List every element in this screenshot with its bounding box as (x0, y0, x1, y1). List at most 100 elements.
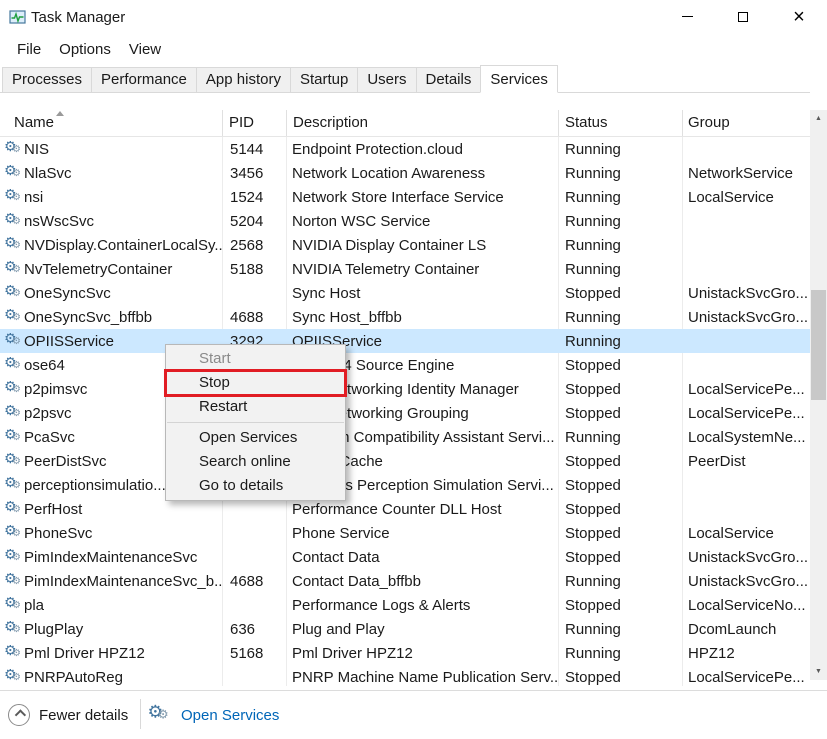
table-row[interactable]: PNRPAutoReg PNRP Machine Name Publicatio… (0, 665, 810, 688)
column-header-group[interactable]: Group (682, 110, 810, 136)
service-name-cell: PimIndexMaintenanceSvc_b... (0, 573, 222, 590)
service-group-cell: LocalSystemNe... (688, 428, 806, 446)
scrollbar-thumb[interactable] (811, 290, 826, 400)
table-row[interactable]: perceptionsimulatio... Windows Perceptio… (0, 473, 810, 497)
tab[interactable]: Users (357, 67, 417, 92)
service-group-cell: LocalService (688, 188, 774, 206)
context-menu-item[interactable]: Open Services (166, 426, 345, 450)
context-menu-item[interactable]: Go to details (166, 474, 345, 498)
service-pid-cell: 5188 (230, 260, 264, 278)
menu-bar-item[interactable]: Options (50, 36, 120, 63)
service-pid-cell: 5144 (230, 140, 264, 158)
column-header-name[interactable]: Name (0, 110, 222, 136)
table-row[interactable]: PimIndexMaintenanceSvc Contact Data Stop… (0, 545, 810, 569)
service-name-cell: PimIndexMaintenanceSvc (0, 549, 222, 566)
table-row[interactable]: NvTelemetryContainer 5188 NVIDIA Telemet… (0, 257, 810, 281)
tab[interactable]: Startup (289, 67, 359, 92)
column-header-pid[interactable]: PID (222, 110, 286, 136)
table-row[interactable]: PcaSvc Program Compatibility Assistant S… (0, 425, 810, 449)
service-status-cell: Running (565, 140, 621, 158)
service-group-cell: NetworkService (688, 164, 794, 182)
table-row[interactable]: OneSyncSvc Sync Host Stopped UnistackSvc… (0, 281, 810, 305)
menu-bar-item[interactable]: File (8, 36, 50, 63)
menu-bar: File Options View (0, 36, 827, 63)
service-group-cell: LocalServiceNo... (688, 596, 806, 614)
tab[interactable]: Details (415, 67, 482, 92)
minimize-button[interactable] (659, 0, 715, 33)
tab[interactable]: Processes (2, 67, 93, 92)
service-gear-icon (4, 477, 24, 494)
service-status-cell: Running (565, 332, 621, 350)
table-row[interactable]: nsi 1524 Network Store Interface Service… (0, 185, 810, 209)
tab[interactable]: Services (480, 65, 558, 93)
table-row[interactable]: nsWscSvc 5204 Norton WSC Service Running (0, 209, 810, 233)
service-gear-icon (4, 213, 24, 230)
service-name-cell: OneSyncSvc (0, 285, 222, 302)
column-header-status[interactable]: Status (558, 110, 682, 136)
service-group-cell: UnistackSvcGro... (688, 548, 809, 566)
service-gear-icon (4, 381, 24, 398)
vertical-scrollbar[interactable]: ▲ ▼ (810, 110, 827, 680)
service-name-cell: OneSyncSvc_bffbb (0, 309, 222, 326)
table-row[interactable]: NlaSvc 3456 Network Location Awareness R… (0, 161, 810, 185)
context-menu-item[interactable]: Start (166, 347, 345, 371)
close-button[interactable]: × (771, 0, 827, 33)
table-row[interactable]: NVDisplay.ContainerLocalSy... 2568 NVIDI… (0, 233, 810, 257)
service-description-cell: PNRP Machine Name Publication Serv... (292, 668, 558, 686)
service-group-cell: LocalServicePe... (688, 380, 805, 398)
table-row[interactable]: Pml Driver HPZ12 5168 Pml Driver HPZ12 R… (0, 641, 810, 665)
table-row[interactable]: p2psvc Peer Networking Grouping Stopped … (0, 401, 810, 425)
maximize-button[interactable] (715, 0, 771, 33)
service-pid-cell: 4688 (230, 572, 264, 590)
service-gear-icon (4, 165, 24, 182)
chevron-up-icon (14, 709, 27, 721)
service-name-cell: PNRPAutoReg (0, 669, 222, 686)
service-group-cell: LocalServicePe... (688, 668, 805, 686)
scroll-down-button[interactable]: ▼ (810, 663, 827, 680)
menu-bar-item[interactable]: View (120, 36, 170, 63)
service-description-cell: NVIDIA Display Container LS (292, 236, 487, 254)
service-group-cell: LocalServicePe... (688, 404, 805, 422)
context-menu-item[interactable]: Search online (166, 450, 345, 474)
service-name: PhoneSvc (24, 524, 93, 542)
table-row[interactable]: OPIISService 3292 OPIISService Running (0, 329, 810, 353)
service-name: p2psvc (24, 404, 72, 422)
table-row[interactable]: OneSyncSvc_bffbb 4688 Sync Host_bffbb Ru… (0, 305, 810, 329)
service-name: NVDisplay.ContainerLocalSy... (24, 236, 222, 254)
service-pid-cell: 1524 (230, 188, 264, 206)
tab[interactable]: App history (195, 67, 291, 92)
table-row[interactable]: pla Performance Logs & Alerts Stopped Lo… (0, 593, 810, 617)
table-row[interactable]: PeerDistSvc BranchCache Stopped PeerDist (0, 449, 810, 473)
table-row[interactable]: PimIndexMaintenanceSvc_b... 4688 Contact… (0, 569, 810, 593)
table-row[interactable]: PlugPlay 636 Plug and Play Running DcomL… (0, 617, 810, 641)
table-row[interactable]: PerfHost Performance Counter DLL Host St… (0, 497, 810, 521)
table-row[interactable]: ose64 Office 64 Source Engine Stopped (0, 353, 810, 377)
column-header-description[interactable]: Description (286, 110, 558, 136)
service-name: PeerDistSvc (24, 452, 107, 470)
service-status-cell: Stopped (565, 356, 621, 374)
table-row[interactable]: PhoneSvc Phone Service Stopped LocalServ… (0, 521, 810, 545)
footer-divider (140, 699, 141, 729)
service-status-cell: Stopped (565, 284, 621, 302)
context-menu-item[interactable]: Stop (164, 369, 347, 397)
service-name: pla (24, 596, 45, 614)
scroll-up-button[interactable]: ▲ (810, 110, 827, 127)
table-row[interactable]: NIS 5144 Endpoint Protection.cloud Runni… (0, 137, 810, 161)
service-description-cell: Network Location Awareness (292, 164, 486, 182)
service-name-cell: nsWscSvc (0, 213, 222, 230)
context-menu-item[interactable]: Restart (166, 395, 345, 419)
service-gear-icon (4, 141, 24, 158)
service-gear-icon (4, 309, 24, 326)
service-group-cell: HPZ12 (688, 644, 735, 662)
services-gear-icon (148, 702, 173, 725)
service-gear-icon (4, 573, 24, 590)
tab[interactable]: Performance (91, 67, 197, 92)
open-services-link[interactable]: Open Services (148, 698, 280, 732)
fewer-details-button[interactable]: Fewer details (8, 698, 128, 732)
service-name: PlugPlay (24, 620, 84, 638)
service-description-cell: Phone Service (292, 524, 390, 542)
service-pid-cell: 636 (230, 620, 256, 638)
task-manager-window: Task Manager × File Options View Processes… (0, 0, 827, 739)
service-name-cell: PlugPlay (0, 621, 222, 638)
table-row[interactable]: p2pimsvc Peer Networking Identity Manage… (0, 377, 810, 401)
